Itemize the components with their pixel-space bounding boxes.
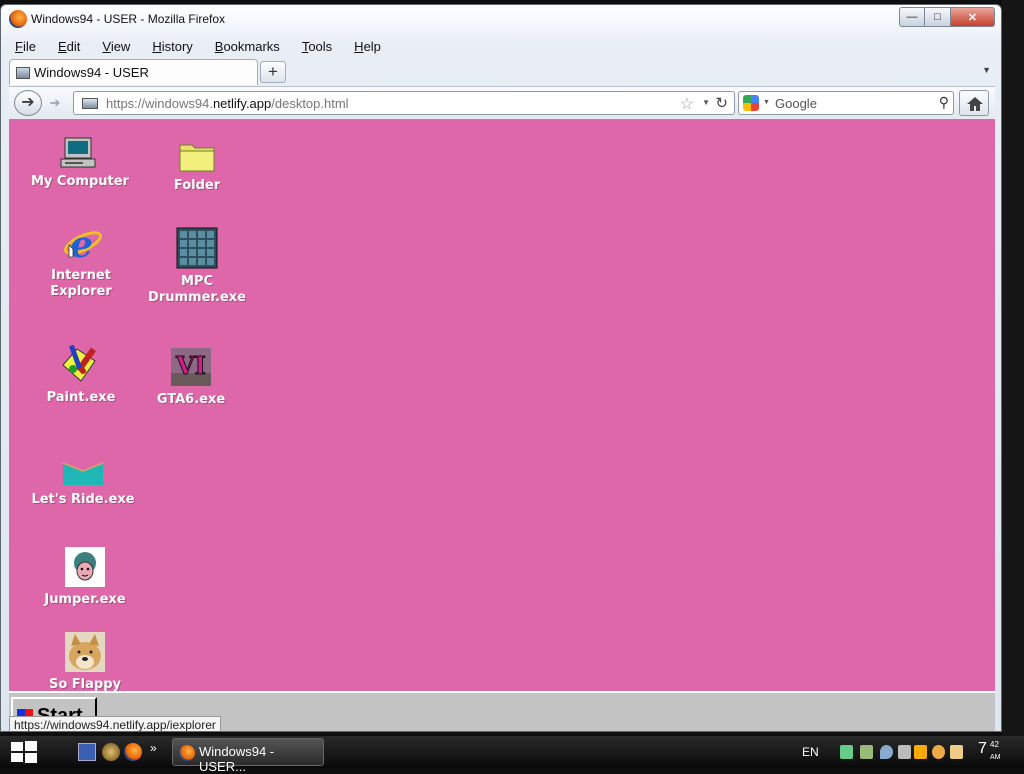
icon-label: Paint.exe — [46, 390, 116, 405]
ride-icon — [62, 462, 104, 485]
desktop-icon-jumper[interactable]: Jumper.exe — [37, 547, 133, 608]
drum-grid-icon — [176, 227, 218, 269]
navigation-toolbar: ➔ ➔ https://windows94.netlify.app/deskto… — [9, 86, 995, 118]
desktop-icon-internet-explorer[interactable]: e Internet Explorer — [41, 223, 121, 300]
minimize-button[interactable]: — — [899, 7, 925, 27]
url-path: /desktop.html — [271, 96, 349, 111]
doge-icon — [65, 632, 105, 672]
paint-icon — [62, 344, 96, 382]
url-domain: netlify.app — [212, 96, 272, 111]
windows-start-icon[interactable] — [10, 740, 38, 764]
menu-help[interactable]: Help — [348, 39, 381, 54]
firefox-icon — [179, 745, 195, 761]
title-bar[interactable]: Windows94 - USER - Mozilla Firefox — □ ✕ — [1, 5, 1001, 33]
desktop-icon-so-flappy[interactable]: So Flappy — [37, 632, 133, 691]
clock-ampm: AM — [990, 754, 1001, 761]
maximize-button[interactable]: □ — [925, 7, 951, 27]
desktop-icon-folder[interactable]: Folder — [149, 139, 245, 194]
icon-label: Let's Ride.exe — [31, 492, 135, 507]
icon-label: Jumper.exe — [44, 592, 126, 607]
language-indicator[interactable]: EN — [802, 745, 819, 759]
icon-label: GTA6.exe — [156, 392, 226, 407]
window-controls: — □ ✕ — [899, 7, 995, 27]
firefox-pin-icon[interactable] — [124, 743, 142, 761]
new-tab-button[interactable]: + — [260, 61, 286, 83]
tray-wand-icon[interactable] — [950, 745, 963, 759]
clock-hour: 7 — [978, 740, 987, 757]
jumper-icon — [65, 547, 105, 587]
search-bar[interactable]: ▼ Google ⚲ — [738, 91, 954, 115]
search-icon[interactable]: ⚲ — [939, 94, 949, 111]
icon-label: MPC Drummer.exe — [148, 274, 246, 305]
clock[interactable]: 7 42 AM — [978, 740, 1001, 761]
firefox-window: Windows94 - USER - Mozilla Firefox — □ ✕… — [0, 4, 1002, 732]
tray-device-icon[interactable] — [898, 745, 911, 759]
more-pins-chevron-icon[interactable]: » — [150, 741, 168, 759]
tab-bar: Windows94 - USER + ▼ — [9, 59, 995, 85]
back-button[interactable]: ➔ — [14, 90, 42, 116]
tray-s-icon[interactable] — [914, 745, 927, 759]
url-text[interactable]: https://windows94.netlify.app/desktop.ht… — [106, 96, 349, 111]
explorer-pin-icon[interactable] — [78, 743, 96, 761]
url-bar[interactable]: https://windows94.netlify.app/desktop.ht… — [73, 91, 735, 115]
status-bar-link: https://windows94.netlify.app/iexplorer — [9, 716, 221, 731]
close-button[interactable]: ✕ — [951, 7, 995, 27]
home-button[interactable] — [959, 90, 989, 116]
taskbar-window-label: Windows94 - USER... — [199, 744, 275, 774]
firefox-icon — [9, 10, 27, 28]
google-engine-icon[interactable] — [743, 95, 759, 111]
desktop-icon-paint[interactable]: Paint.exe — [39, 343, 123, 406]
window-title: Windows94 - USER - Mozilla Firefox — [31, 12, 226, 26]
tray-smiley-icon[interactable] — [932, 745, 945, 759]
engine-dropdown-icon[interactable]: ▼ — [763, 99, 770, 106]
menu-tools[interactable]: Tools — [296, 39, 332, 54]
tray-drop-icon[interactable] — [880, 745, 893, 759]
bookmark-star-icon[interactable]: ☆ — [680, 94, 694, 114]
app-pin-icon[interactable] — [102, 743, 120, 761]
history-dropdown-icon[interactable]: ▼ — [702, 98, 710, 107]
reload-icon[interactable]: ↻ — [715, 94, 728, 112]
icon-label: My Computer — [31, 174, 129, 189]
site-identity-icon[interactable] — [82, 98, 98, 109]
menu-bookmarks[interactable]: Bookmarks — [209, 39, 280, 54]
tray-app-icon[interactable] — [860, 745, 873, 759]
home-icon — [967, 97, 983, 111]
desktop-icon-my-computer[interactable]: My Computer — [31, 137, 129, 190]
os-taskbar: » Windows94 - USER... EN 7 42 AM — [0, 736, 1024, 774]
icon-label: Internet Explorer — [50, 268, 112, 299]
icon-label: So Flappy — [48, 677, 121, 691]
tray-network-icon[interactable] — [840, 745, 853, 759]
taskbar-firefox-window[interactable]: Windows94 - USER... — [172, 738, 324, 774]
page-icon — [16, 66, 30, 79]
menu-view[interactable]: View — [96, 39, 130, 54]
ie-icon: e — [64, 224, 102, 266]
menu-edit[interactable]: Edit — [52, 39, 80, 54]
desktop-icon-gta6[interactable]: VI GTA6.exe — [145, 347, 237, 408]
tab-windows94[interactable]: Windows94 - USER — [9, 59, 258, 85]
forward-button[interactable]: ➔ — [44, 93, 66, 113]
menu-file[interactable]: File — [9, 39, 36, 54]
menu-bar: File Edit View History Bookmarks Tools H… — [9, 35, 995, 57]
url-prefix: https://windows94. — [106, 96, 213, 111]
desktop-icon-mpc-drummer[interactable]: MPC Drummer.exe — [145, 227, 249, 306]
folder-icon — [179, 144, 215, 172]
svg-text:e: e — [70, 224, 93, 263]
clock-minutes: 42 — [990, 740, 999, 749]
tab-label: Windows94 - USER — [34, 65, 149, 80]
icon-label: Folder — [173, 178, 221, 193]
tab-list-chevron-icon[interactable]: ▼ — [982, 65, 991, 75]
desktop-icon-lets-ride[interactable]: Let's Ride.exe — [31, 457, 135, 508]
background-strip — [1002, 0, 1024, 736]
gta-icon: VI — [171, 348, 211, 386]
windows94-desktop[interactable]: My Computer Folder e Internet Explorer M… — [9, 119, 995, 691]
search-input[interactable]: Google — [775, 96, 817, 111]
computer-icon — [60, 137, 96, 168]
svg-text:VI: VI — [175, 351, 206, 380]
menu-history[interactable]: History — [146, 39, 192, 54]
